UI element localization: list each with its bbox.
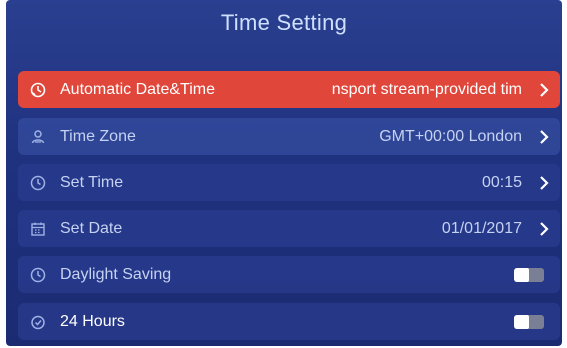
chevron-right-icon[interactable] [538, 164, 550, 201]
calendar-icon [29, 220, 47, 238]
time-setting-panel: Time Setting Automatic Date&Time nsport … [6, 0, 562, 346]
clock-icon [29, 266, 47, 284]
row-label: Time Zone [60, 127, 136, 145]
toggle-knob [514, 268, 529, 282]
row-set-date[interactable]: Set Date 01/01/2017 [18, 210, 560, 247]
row-label: Set Date [60, 219, 123, 237]
chevron-right-icon[interactable] [538, 71, 550, 108]
chevron-right-icon[interactable] [538, 118, 550, 155]
globe-person-icon [29, 128, 47, 146]
row-time-zone[interactable]: Time Zone GMT+00:00 London [18, 118, 560, 155]
row-label: Automatic Date&Time [60, 80, 216, 98]
row-label: 24 Hours [60, 312, 125, 330]
row-24-hours[interactable]: 24 Hours [18, 303, 560, 340]
row-automatic-date-time[interactable]: Automatic Date&Time nsport stream-provid… [18, 71, 560, 108]
timer-icon [29, 313, 47, 331]
toggle-knob [514, 315, 529, 329]
row-label: Set Time [60, 173, 124, 191]
row-value: 00:15 [481, 173, 522, 191]
clock-icon [29, 174, 47, 192]
clock-sync-icon [29, 81, 47, 99]
row-label: Daylight Saving [60, 265, 172, 283]
page-title: Time Setting [220, 10, 348, 35]
row-value: 01/01/2017 [441, 219, 522, 237]
24-hours-toggle[interactable] [514, 315, 544, 329]
daylight-saving-toggle[interactable] [514, 268, 544, 282]
row-value: GMT+00:00 London [379, 127, 522, 145]
row-daylight-saving[interactable]: Daylight Saving [18, 256, 560, 293]
row-set-time[interactable]: Set Time 00:15 [18, 164, 560, 201]
chevron-right-icon[interactable] [538, 210, 550, 247]
row-value: nsport stream-provided tim [331, 80, 522, 98]
